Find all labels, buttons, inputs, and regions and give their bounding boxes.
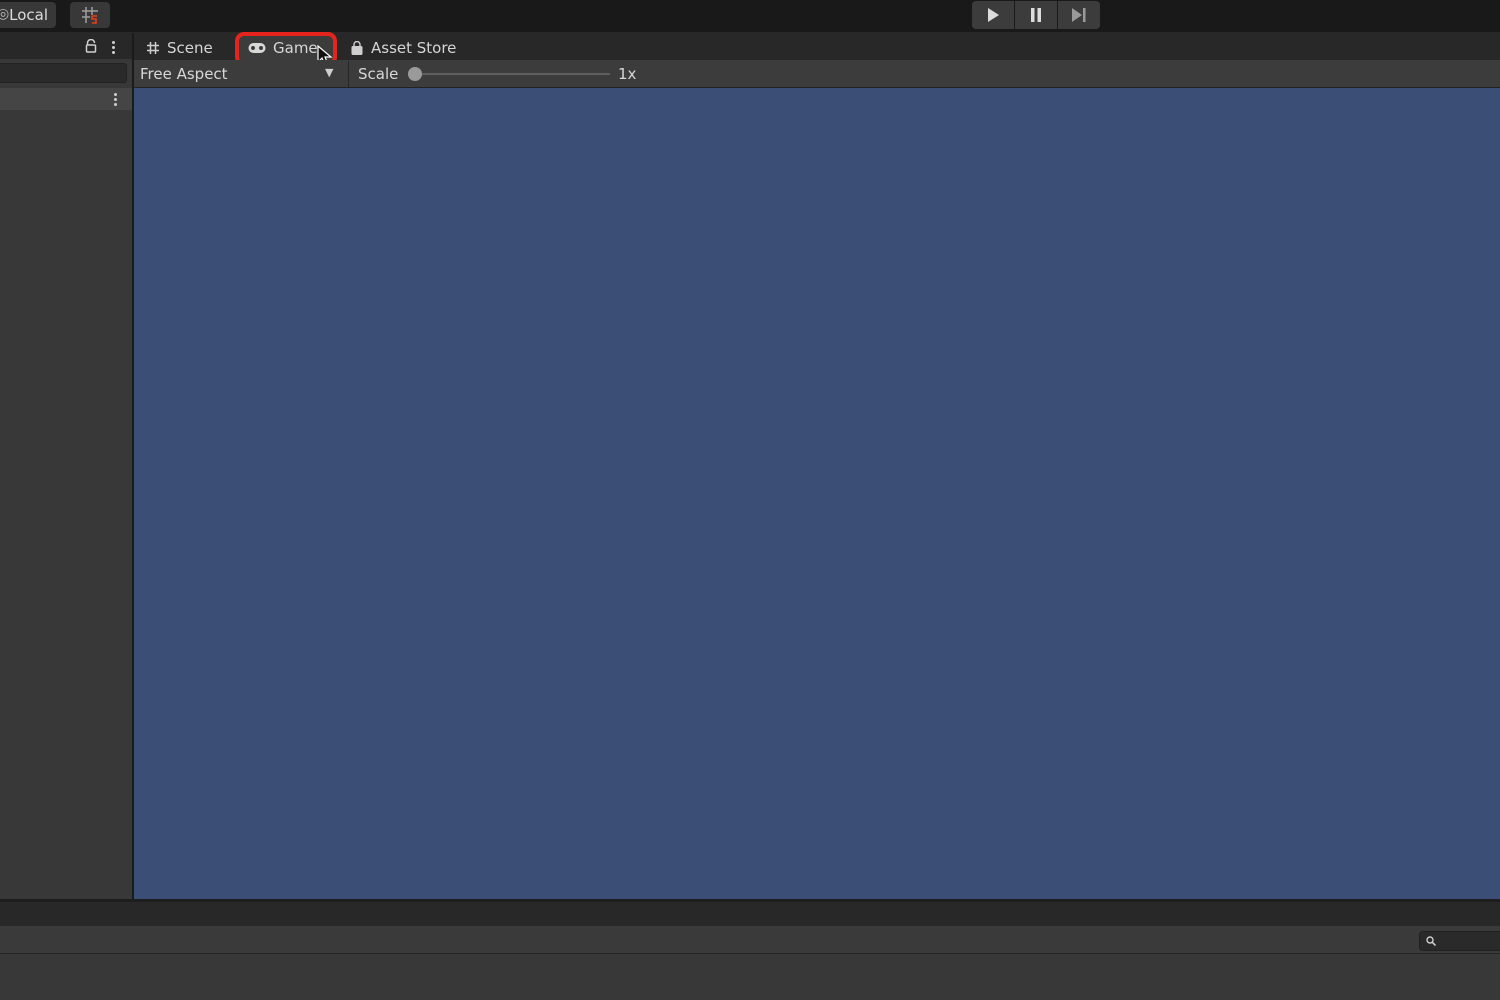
tab-game-label: Game: [273, 39, 318, 57]
gamepad-icon: [248, 43, 266, 53]
toolbar-separator: [348, 61, 349, 87]
main-toolbar: [0, 0, 1500, 32]
grid-snap-icon: [82, 7, 98, 24]
scale-label: Scale: [358, 65, 399, 83]
play-icon: [988, 8, 999, 22]
hierarchy-search-field[interactable]: [0, 63, 127, 83]
scene-grid-icon: [147, 42, 159, 54]
pivot-mode-label: Local: [9, 6, 48, 24]
tab-scene-label: Scene: [167, 39, 213, 57]
scale-value: 1x: [618, 65, 637, 83]
aspect-ratio-dropdown[interactable]: Free Aspect: [140, 63, 344, 85]
tab-scene[interactable]: Scene: [146, 36, 213, 60]
tab-asset-store[interactable]: Asset Store: [350, 36, 456, 60]
chevron-down-icon[interactable]: ▼: [325, 66, 333, 79]
scale-slider-track[interactable]: [414, 73, 610, 75]
search-icon: [1426, 936, 1436, 946]
game-viewport[interactable]: [134, 88, 1500, 899]
bottom-search-field[interactable]: [1419, 931, 1500, 951]
hierarchy-scene-row[interactable]: [0, 88, 132, 110]
bottom-panel-tab-bar: [0, 902, 1500, 926]
pivot-mode-button[interactable]: ◎ Local: [0, 2, 56, 28]
aspect-ratio-label: Free Aspect: [140, 65, 228, 83]
shopping-bag-icon: [351, 40, 363, 55]
view-tab-bar: [134, 33, 1500, 60]
bottom-panel-toolbar: [0, 926, 1500, 954]
tab-game[interactable]: Game: [248, 36, 318, 60]
grid-snapping-button[interactable]: [70, 2, 110, 28]
panel-options-icon[interactable]: [112, 41, 115, 54]
pause-icon: [1031, 8, 1041, 22]
hierarchy-panel: [0, 33, 132, 899]
tab-asset-store-label: Asset Store: [371, 39, 457, 57]
play-button[interactable]: [972, 1, 1014, 29]
lock-icon[interactable]: [84, 38, 98, 57]
row-options-icon[interactable]: [114, 93, 117, 106]
step-icon: [1072, 8, 1086, 22]
pause-button[interactable]: [1015, 1, 1057, 29]
pivot-icon: ◎: [0, 6, 10, 22]
scale-slider-thumb[interactable]: [408, 67, 422, 81]
bottom-panel-body: [0, 954, 1500, 1000]
step-button[interactable]: [1058, 1, 1100, 29]
playmode-controls: [972, 1, 1100, 29]
